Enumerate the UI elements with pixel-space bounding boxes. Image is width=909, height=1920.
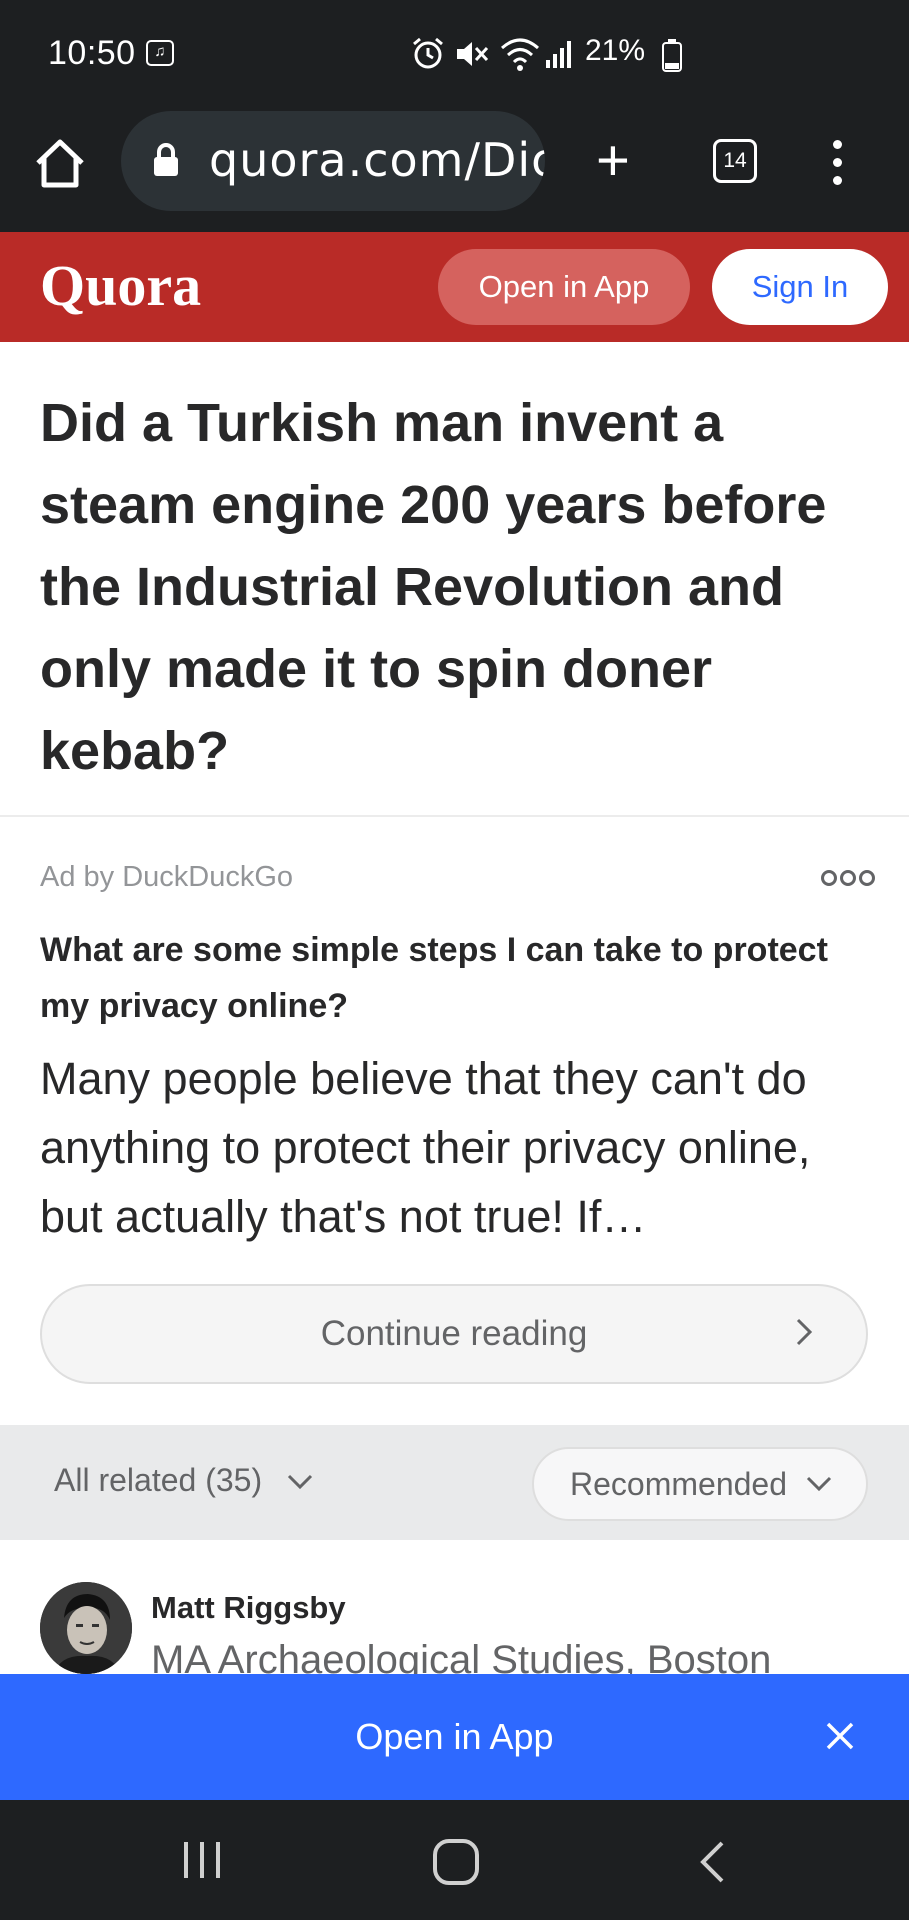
- ad-body: Many people believe that they can't do a…: [40, 1053, 811, 1242]
- sign-in-button[interactable]: Sign In: [712, 249, 888, 325]
- chevron-down-icon[interactable]: [287, 1472, 313, 1492]
- open-in-app-button[interactable]: Open in App: [438, 249, 690, 325]
- url-text: quora.com/Dic: [209, 133, 545, 187]
- sort-label: Recommended: [570, 1466, 787, 1502]
- music-note-icon: ♫: [146, 40, 174, 66]
- url-bar[interactable]: quora.com/Dic: [121, 111, 545, 211]
- chevron-right-icon: [796, 1318, 813, 1346]
- open-in-app-bar-button[interactable]: Open in App: [0, 1674, 909, 1800]
- author-name[interactable]: Matt Riggsby: [151, 1590, 346, 1626]
- mute-icon: [457, 42, 489, 66]
- divider: [0, 815, 909, 817]
- all-related-dropdown[interactable]: All related (35): [54, 1462, 262, 1499]
- more-menu-icon[interactable]: [826, 140, 848, 186]
- author-avatar[interactable]: [40, 1582, 132, 1674]
- ad-sponsor-label: Ad by DuckDuckGo: [40, 861, 294, 893]
- continue-reading-label: Continue reading: [320, 1314, 588, 1353]
- status-time: 10:50: [48, 34, 136, 72]
- recent-apps-icon[interactable]: [180, 1840, 226, 1880]
- sort-dropdown[interactable]: Recommended: [532, 1447, 868, 1521]
- chevron-down-icon: [806, 1476, 832, 1492]
- quora-logo[interactable]: Quora: [40, 252, 201, 319]
- new-tab-button[interactable]: +: [596, 126, 630, 196]
- home-nav-icon[interactable]: [432, 1838, 482, 1886]
- battery-icon: [662, 39, 682, 72]
- signal-icon: [546, 41, 571, 68]
- home-icon[interactable]: [30, 133, 90, 193]
- close-icon[interactable]: [822, 1718, 858, 1754]
- alarm-icon: [413, 37, 443, 69]
- battery-percent: 21%: [585, 34, 646, 67]
- ad-title[interactable]: What are some simple steps I can take to…: [40, 922, 860, 1034]
- back-icon[interactable]: [696, 1840, 728, 1884]
- continue-reading-button[interactable]: Continue reading: [40, 1284, 868, 1384]
- wifi-icon: [501, 38, 539, 71]
- ad-options-icon[interactable]: [821, 870, 878, 891]
- tab-switcher-button[interactable]: 14: [713, 139, 757, 183]
- lock-icon: [154, 143, 178, 176]
- question-title: Did a Turkish man invent a steam engine …: [40, 393, 827, 781]
